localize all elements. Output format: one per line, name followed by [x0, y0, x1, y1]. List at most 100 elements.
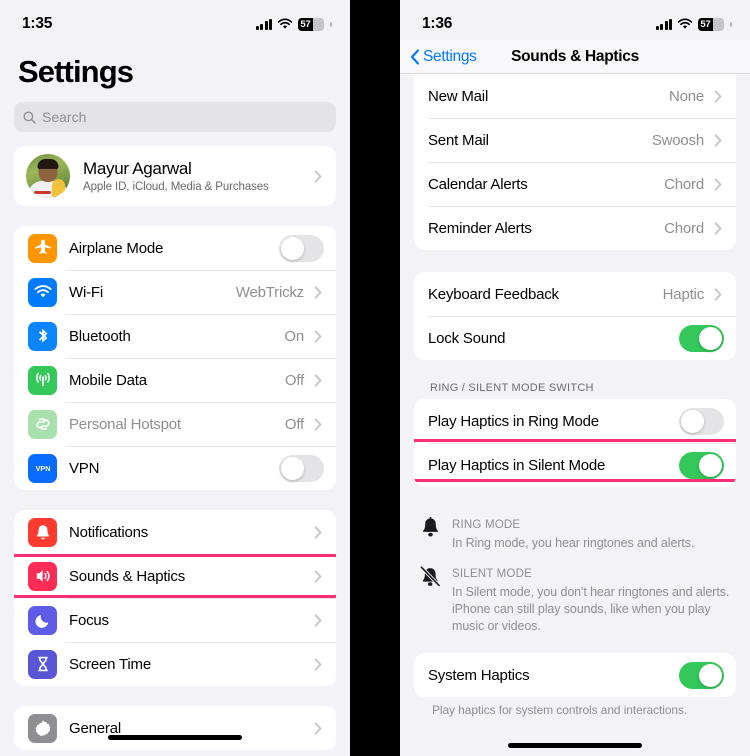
- chevron-right-icon: [710, 287, 726, 301]
- wifi-icon: [677, 18, 693, 30]
- focus-moon-icon: [28, 605, 57, 635]
- chevron-right-icon: [710, 89, 726, 103]
- apple-id-row[interactable]: Mayur Agarwal Apple ID, iCloud, Media & …: [14, 146, 336, 206]
- search-icon: [23, 111, 36, 124]
- toggle-switch[interactable]: [679, 407, 724, 435]
- settings-row-label: Keyboard Feedback: [428, 285, 559, 303]
- chevron-right-icon: [710, 177, 726, 191]
- battery-percent: 57: [700, 18, 711, 30]
- settings-row[interactable]: System Haptics: [414, 653, 736, 697]
- general-gear-icon: [28, 713, 57, 743]
- toggle-knob: [699, 453, 722, 477]
- settings-row[interactable]: Personal Hotspot Off: [14, 402, 336, 446]
- settings-row-label: Sounds & Haptics: [69, 567, 186, 585]
- settings-row-label: Personal Hotspot: [69, 415, 181, 433]
- sounds-haptics-screen: 1:36 57 Settings Sounds & Haptics New Ma…: [400, 0, 750, 756]
- status-time: 1:35: [22, 15, 53, 32]
- toggle-switch[interactable]: [679, 661, 724, 689]
- settings-scroll-view[interactable]: New Mail None Sent Mail Swoosh Calendar Aler…: [400, 74, 750, 719]
- home-indicator: [108, 735, 242, 740]
- settings-row[interactable]: Bluetooth On: [14, 314, 336, 358]
- settings-row[interactable]: Notifications: [14, 510, 336, 554]
- settings-row[interactable]: Mobile Data Off: [14, 358, 336, 402]
- settings-row[interactable]: Wi-Fi WebTrickz: [14, 270, 336, 314]
- chevron-left-icon: [410, 48, 420, 65]
- chevron-right-icon: [310, 569, 326, 583]
- connectivity-group: Airplane Mode Wi-Fi WebTrickz Bluetooth On Mo…: [14, 226, 336, 490]
- cellular-icon: [28, 365, 57, 395]
- settings-row-label: Bluetooth: [69, 327, 131, 345]
- toggle-knob: [281, 236, 304, 260]
- avatar: [26, 154, 70, 198]
- settings-row[interactable]: Reminder Alerts Chord: [414, 206, 736, 250]
- settings-row-value: WebTrickz: [235, 283, 304, 301]
- status-time: 1:36: [422, 15, 453, 32]
- back-button-label: Settings: [423, 47, 477, 65]
- alerts-group: Notifications Sounds & Haptics Focus Screen…: [14, 510, 336, 686]
- settings-row[interactable]: Calendar Alerts Chord: [414, 162, 736, 206]
- settings-row[interactable]: Keyboard Feedback Haptic: [414, 272, 736, 316]
- search-placeholder: Search: [42, 109, 87, 125]
- dual-screenshot-stage: 1:35 57 Settings Search Mayur Agarwal Ap…: [0, 0, 750, 756]
- battery-icon: 57: [698, 17, 724, 31]
- feedback-group: Keyboard Feedback Haptic Lock Sound: [414, 272, 736, 360]
- settings-row-value: Haptic: [662, 285, 705, 303]
- settings-row[interactable]: New Mail None: [414, 74, 736, 118]
- status-indicators: 57: [255, 17, 332, 31]
- toggle-switch[interactable]: [679, 324, 724, 352]
- settings-row-label: System Haptics: [428, 666, 530, 684]
- settings-row[interactable]: Focus: [14, 598, 336, 642]
- chevron-right-icon: [310, 657, 326, 671]
- ring-mode-desc: In Ring mode, you hear ringtones and ale…: [452, 536, 695, 550]
- battery-tip: [330, 21, 332, 27]
- bluetooth-icon: [28, 321, 57, 351]
- settings-row-label: Focus: [69, 611, 109, 629]
- status-bar-right: 1:36 57: [400, 0, 750, 40]
- home-indicator: [508, 743, 642, 748]
- settings-row-label: Calendar Alerts: [428, 175, 528, 193]
- chevron-right-icon: [710, 221, 726, 235]
- back-button[interactable]: Settings: [410, 48, 477, 66]
- settings-row[interactable]: Sent Mail Swoosh: [414, 118, 736, 162]
- system-group: General: [14, 706, 336, 750]
- settings-row-value: Off: [284, 415, 304, 433]
- chevron-right-icon: [710, 133, 726, 147]
- settings-row-label: Airplane Mode: [69, 239, 164, 257]
- settings-row[interactable]: Lock Sound: [414, 316, 736, 360]
- bell-icon: [418, 515, 442, 552]
- settings-row-label: New Mail: [428, 87, 489, 105]
- settings-row[interactable]: Play Haptics in Ring Mode: [414, 399, 736, 443]
- nav-title: Sounds & Haptics: [511, 47, 639, 65]
- settings-row[interactable]: Sounds & Haptics: [14, 554, 336, 598]
- panel-divider: [350, 0, 400, 756]
- ring-mode-text: RING MODE In Ring mode, you hear rington…: [452, 515, 694, 552]
- toggle-switch[interactable]: [279, 234, 324, 262]
- silent-mode-explanation: SILENT MODE In Silent mode, you don't he…: [418, 564, 732, 635]
- toggle-switch[interactable]: [679, 451, 724, 479]
- settings-row-label: Play Haptics in Ring Mode: [428, 412, 599, 430]
- mode-explanations: RING MODE In Ring mode, you hear rington…: [400, 505, 750, 635]
- silent-mode-title: SILENT MODE: [452, 568, 532, 580]
- chevron-right-icon: [310, 417, 326, 431]
- settings-row-label: Sent Mail: [428, 131, 489, 149]
- page-title: Settings: [18, 54, 134, 89]
- status-indicators: 57: [655, 17, 732, 31]
- settings-row[interactable]: Play Haptics in Silent Mode: [414, 443, 736, 487]
- settings-row-value: Off: [284, 371, 304, 389]
- settings-row-value: None: [668, 87, 704, 105]
- ring-mode-explanation: RING MODE In Ring mode, you hear rington…: [418, 515, 732, 552]
- search-input[interactable]: Search: [14, 102, 336, 132]
- settings-row[interactable]: Screen Time: [14, 642, 336, 686]
- settings-row-label: General: [69, 719, 121, 737]
- settings-row[interactable]: General: [14, 706, 336, 750]
- screen-time-hourglass-icon: [28, 649, 57, 679]
- sounds-group: New Mail None Sent Mail Swoosh Calendar Aler…: [414, 74, 736, 250]
- settings-row-label: Notifications: [69, 523, 149, 541]
- toggle-knob: [699, 326, 722, 350]
- toggle-switch[interactable]: [279, 454, 324, 482]
- cellular-bars-icon: [655, 18, 672, 30]
- settings-row[interactable]: Airplane Mode: [14, 226, 336, 270]
- ring-mode-title: RING MODE: [452, 519, 521, 531]
- hotspot-icon: [28, 409, 57, 439]
- settings-row[interactable]: VPN VPN: [14, 446, 336, 490]
